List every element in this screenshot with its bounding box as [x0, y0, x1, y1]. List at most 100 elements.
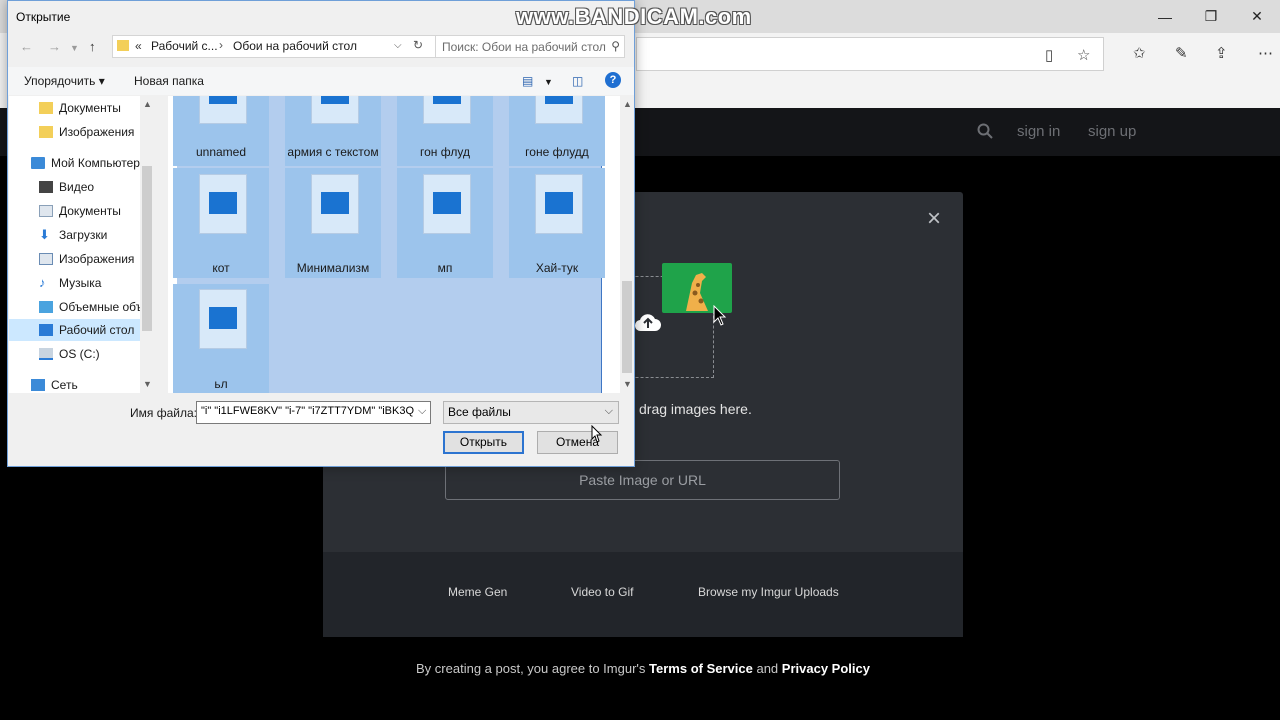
more-icon[interactable]: ⋯	[1258, 44, 1273, 62]
file-item[interactable]: кот	[173, 168, 269, 278]
breadcrumb-desktop[interactable]: Рабочий с...	[151, 39, 218, 53]
drag-images-text: drag images here.	[639, 401, 752, 417]
nav-item-desktop[interactable]: Рабочий стол	[9, 319, 147, 341]
nav-label: Музыка	[59, 276, 102, 290]
scroll-down-icon[interactable]: ▼	[143, 379, 152, 389]
nav-pane-scrollbar[interactable]: ▲ ▼	[140, 96, 154, 393]
filetype-value: Все файлы	[448, 405, 511, 419]
image-file-icon	[423, 174, 471, 234]
close-modal-button[interactable]: ×	[927, 205, 941, 233]
search-icon: ⚲	[611, 39, 620, 53]
file-scroll-thumb[interactable]	[622, 281, 632, 373]
nav-label: Документы	[59, 204, 121, 218]
breadcrumb-folder[interactable]: Обои на рабочий стол	[233, 39, 357, 53]
scroll-down-icon[interactable]: ▼	[623, 379, 632, 389]
download-arrow-icon: ⬇	[39, 227, 50, 242]
nav-item-pictures-2[interactable]: Изображения	[9, 248, 147, 270]
address-bar[interactable]: ▯ ☆	[636, 37, 1104, 71]
organize-button[interactable]: Упорядочить ▾	[24, 74, 105, 88]
image-file-icon	[535, 96, 583, 124]
file-item[interactable]: гон флуд	[397, 96, 493, 166]
nav-item-downloads[interactable]: ⬇ Загрузки	[9, 224, 147, 246]
dialog-title: Открытие	[16, 10, 71, 24]
nav-item-this-pc[interactable]: Мой Компьютер	[9, 152, 147, 174]
up-arrow-icon[interactable]: ↑	[89, 39, 96, 54]
file-item[interactable]: ьл	[173, 284, 269, 393]
file-name: unnamed	[195, 145, 247, 159]
view-dropdown-icon[interactable]: ▼	[544, 77, 553, 87]
3d-objects-icon	[39, 301, 53, 313]
favorite-star-icon[interactable]: ☆	[1077, 46, 1090, 64]
restore-button[interactable]: ❐	[1188, 0, 1234, 33]
sign-up-link[interactable]: sign up	[1088, 123, 1136, 140]
favorites-hub-icon[interactable]: ✩	[1133, 44, 1146, 62]
image-file-icon	[423, 96, 471, 124]
dialog-search-input[interactable]: Поиск: Обои на рабочий стол ⚲	[435, 35, 625, 58]
back-arrow-icon[interactable]: ←	[20, 39, 33, 54]
file-name: Хай-тук	[535, 261, 579, 275]
nav-label: Объемные объ	[59, 300, 144, 314]
chevron-down-icon[interactable]: ⌵	[394, 40, 402, 51]
scroll-up-icon[interactable]: ▲	[623, 99, 632, 109]
nav-label: Изображения	[59, 125, 135, 139]
nav-item-3d-objects[interactable]: Объемные объ	[9, 296, 147, 318]
nav-item-pictures[interactable]: Изображения	[9, 121, 147, 143]
refresh-icon[interactable]: ↻	[413, 38, 423, 52]
meme-gen-link[interactable]: Meme Gen	[448, 585, 507, 599]
computer-icon	[31, 157, 45, 169]
file-name: ьл	[214, 377, 228, 391]
new-folder-button[interactable]: Новая папка	[134, 74, 204, 88]
image-file-icon	[199, 174, 247, 234]
file-item[interactable]: unnamed	[173, 96, 269, 166]
nav-item-documents-2[interactable]: Документы	[9, 200, 147, 222]
sign-in-link[interactable]: sign in	[1017, 123, 1060, 140]
navigation-pane: Документы Изображения Мой Компьютер Виде…	[9, 96, 154, 393]
terms-and: and	[756, 661, 779, 676]
nav-item-videos[interactable]: Видео	[9, 176, 147, 198]
nav-label: Видео	[59, 180, 95, 194]
forward-arrow-icon[interactable]: →	[48, 39, 61, 54]
chevron-down-icon[interactable]: ⌵	[418, 405, 426, 418]
file-item[interactable]: армия с текстом	[285, 96, 381, 166]
cancel-button[interactable]: Отмена	[537, 431, 618, 454]
share-icon[interactable]: ⇪	[1215, 44, 1228, 62]
nav-item-documents[interactable]: Документы	[9, 97, 147, 119]
privacy-policy-link[interactable]: Privacy Policy	[782, 661, 870, 676]
nav-label: Изображения	[59, 252, 135, 266]
breadcrumb[interactable]: « Рабочий с... › Обои на рабочий стол ⌵ …	[112, 35, 436, 58]
filename-input[interactable]: "i" "i1LFWE8KV" "i-7" "i7ZTT7YDM" "iBK3Q	[196, 401, 431, 424]
help-icon[interactable]: ?	[605, 72, 621, 88]
folder-icon	[39, 102, 53, 114]
minimize-button[interactable]: —	[1142, 0, 1188, 33]
pen-icon[interactable]: ✎	[1175, 44, 1188, 62]
file-item[interactable]: Минимализм	[285, 168, 381, 278]
video-to-gif-link[interactable]: Video to Gif	[571, 585, 633, 599]
preview-pane-icon[interactable]: ◫	[572, 74, 583, 88]
nav-item-os-drive[interactable]: OS (C:)	[9, 343, 147, 365]
view-options-icon[interactable]: ▤	[522, 74, 533, 88]
nav-label: Загрузки	[59, 228, 108, 242]
filetype-select[interactable]: Все файлы ⌵	[443, 401, 619, 424]
file-pane-scrollbar[interactable]: ▲ ▼	[620, 96, 634, 393]
nav-label: Мой Компьютер	[51, 156, 140, 170]
file-item[interactable]: гоне флудд	[509, 96, 605, 166]
close-window-button[interactable]: ✕	[1234, 0, 1280, 33]
recent-locations-icon[interactable]: ▼	[70, 43, 79, 53]
breadcrumb-root[interactable]: «	[135, 39, 142, 53]
search-icon[interactable]	[977, 123, 993, 143]
terms-of-service-link[interactable]: Terms of Service	[649, 661, 753, 676]
reading-view-icon[interactable]: ▯	[1045, 46, 1053, 64]
file-item[interactable]: мп	[397, 168, 493, 278]
file-item[interactable]: Хай-тук	[509, 168, 605, 278]
browse-uploads-link[interactable]: Browse my Imgur Uploads	[698, 585, 839, 599]
file-name: армия с текстом	[287, 145, 379, 159]
nav-item-music[interactable]: ♪ Музыка	[9, 272, 147, 294]
open-button[interactable]: Открыть	[443, 431, 524, 454]
music-note-icon: ♪	[39, 275, 46, 290]
file-name: гон флуд	[420, 145, 470, 159]
nav-item-network[interactable]: Сеть	[9, 374, 147, 393]
scroll-up-icon[interactable]: ▲	[143, 99, 152, 109]
search-placeholder: Поиск: Обои на рабочий стол	[442, 40, 606, 54]
nav-scroll-thumb[interactable]	[142, 166, 152, 331]
filename-label: Имя файла:	[130, 406, 197, 420]
